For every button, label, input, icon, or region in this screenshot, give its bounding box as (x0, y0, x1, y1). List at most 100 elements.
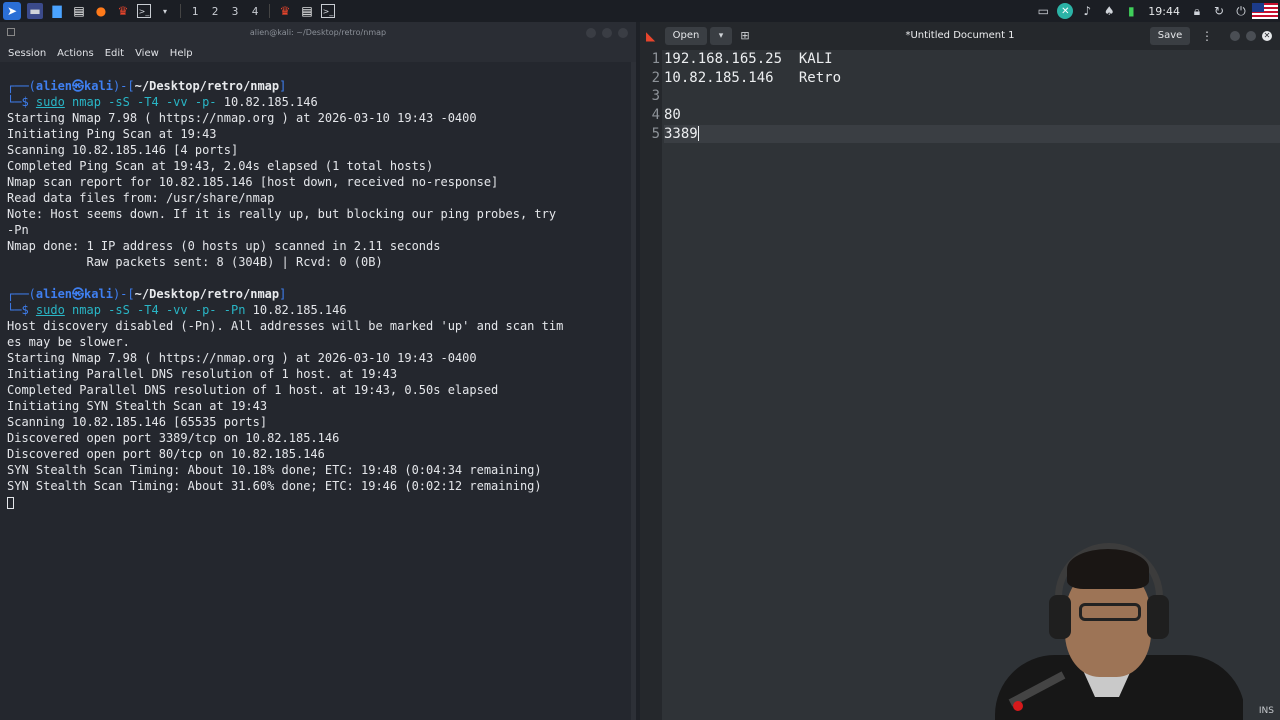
output-line: Initiating Parallel DNS resolution of 1 … (7, 367, 398, 381)
prompt-decoration: )-[ (112, 79, 135, 93)
prompt-host: kali (84, 79, 113, 93)
command-target-ip: 10.82.185.146 (223, 95, 318, 109)
minimize-button[interactable] (1230, 31, 1240, 41)
output-line: Nmap done: 1 IP address (0 hosts up) sca… (7, 239, 441, 253)
lock-icon[interactable]: 🔒︎ (1189, 3, 1205, 19)
menu-session[interactable]: Session (8, 48, 46, 59)
text-caret (697, 126, 699, 142)
output-line: Scanning 10.82.185.146 [65535 ports] (7, 415, 268, 429)
editor-line-text: 80 (664, 107, 681, 124)
prompt-path: ~/Desktop/retro/nmap (134, 79, 280, 93)
output-line: SYN Stealth Scan Timing: About 31.60% do… (7, 479, 542, 493)
open-dropdown-chevron-icon[interactable]: ▾ (710, 27, 732, 45)
burp-icon[interactable]: ♛ (115, 3, 131, 19)
workspace-1[interactable]: 1 (185, 5, 205, 18)
presenter-glasses (1079, 603, 1141, 621)
keyboard-layout-flag-icon[interactable] (1252, 3, 1278, 19)
insert-mode-indicator: INS (1258, 706, 1274, 716)
maximize-button[interactable] (602, 28, 612, 38)
prompt-user: alien (35, 79, 73, 93)
prompt-decoration: ┌──( (7, 79, 36, 93)
output-line: Raw packets sent: 8 (304B) | Rcvd: 0 (0B… (7, 255, 383, 269)
workspace-4[interactable]: 4 (245, 5, 265, 18)
prompt-line: ┌──(alien㉿kali)-[~/Desktop/retro/nmap] (7, 78, 628, 94)
save-button[interactable]: Save (1150, 27, 1190, 45)
editor-text-area[interactable]: 192.168.165.25 KALI 10.82.185.146 Retro 80… (664, 50, 1280, 144)
editor-line[interactable]: 80 (664, 106, 1280, 125)
editor-current-line[interactable]: 3389 (664, 124, 1280, 144)
prompt-decoration: ] (279, 287, 287, 301)
terminal-scrollbar[interactable] (631, 62, 636, 720)
editor-line-text: 192.168.165.25 KALI (664, 51, 833, 67)
terminal-launcher-icon[interactable]: >_ (137, 4, 151, 18)
line-number: 2 (651, 69, 660, 86)
output-line: -Pn (7, 223, 29, 237)
battery-icon[interactable]: ▮ (1123, 3, 1139, 19)
menu-actions[interactable]: Actions (57, 48, 94, 59)
minimize-button[interactable] (586, 28, 596, 38)
clock[interactable]: 19:44 (1148, 5, 1180, 18)
window-menu-icon[interactable] (7, 28, 15, 36)
editor-task-icon[interactable]: ▤ (299, 3, 315, 19)
output-line: Starting Nmap 7.98 ( https://nmap.org ) … (7, 351, 477, 365)
output-line: Initiating SYN Stealth Scan at 19:43 (7, 399, 268, 413)
line-number-gutter: 1 2 3 45 (640, 50, 662, 720)
output-line: Host discovery disabled (-Pn). All addre… (7, 319, 564, 333)
command-sudo: sudo (35, 95, 65, 109)
new-tab-icon[interactable]: ⊞ (737, 28, 753, 44)
menu-edit[interactable]: Edit (105, 48, 124, 59)
terminal-cursor (7, 496, 14, 509)
close-button[interactable]: ✕ (1262, 31, 1272, 41)
editor-line[interactable]: 10.82.185.146 Retro (664, 69, 1280, 88)
terminal-window: alien@kali: ~/Desktop/retro/nmap Session… (0, 22, 636, 720)
output-line: Nmap scan report for 10.82.185.146 [host… (7, 175, 499, 189)
volume-icon[interactable]: ♪ (1079, 3, 1095, 19)
notifications-icon[interactable]: ♠ (1101, 3, 1117, 19)
output-line: Read data files from: /usr/share/nmap (7, 191, 275, 205)
refresh-icon[interactable]: ↻ (1211, 3, 1227, 19)
prompt-dollar: $ (21, 95, 36, 109)
hamburger-menu-icon[interactable]: ⋮ (1200, 27, 1214, 45)
editor-line-text: 3389 (664, 125, 698, 142)
editor-app-icon: ◣ (646, 29, 656, 43)
workspace-2[interactable]: 2 (205, 5, 225, 18)
command-text: nmap -sS -T4 -vv -p- -Pn (64, 303, 253, 317)
output-line: Completed Ping Scan at 19:43, 2.04s elap… (7, 159, 434, 173)
maximize-button[interactable] (1246, 31, 1256, 41)
screen-icon[interactable]: ▭ (1035, 3, 1051, 19)
editor-line-text: 10.82.185.146 Retro (664, 69, 842, 86)
vpn-icon[interactable]: ✕ (1057, 3, 1074, 19)
editor-line[interactable] (664, 87, 1280, 106)
workspace-3[interactable]: 3 (225, 5, 245, 18)
prompt-decoration: └─ (7, 95, 22, 109)
prompt-at-symbol: ㉿ (72, 287, 85, 301)
kali-menu-icon[interactable]: ➤ (3, 2, 21, 20)
cursor-line (7, 494, 628, 510)
firefox-icon[interactable]: ● (93, 3, 109, 19)
menu-view[interactable]: View (135, 48, 159, 59)
power-icon[interactable]: ⏻ (1233, 3, 1249, 19)
close-button[interactable] (618, 28, 628, 38)
text-editor-icon[interactable]: ▤ (71, 3, 87, 19)
output-line: SYN Stealth Scan Timing: About 10.18% do… (7, 463, 542, 477)
terminal-task-icon[interactable]: >_ (321, 4, 335, 18)
output-line: Initiating Ping Scan at 19:43 (7, 127, 217, 141)
prompt-user: alien (35, 287, 73, 301)
file-manager-icon[interactable]: ▇ (49, 3, 65, 19)
chevron-down-icon[interactable]: ▾ (157, 3, 173, 19)
burp-task-icon[interactable]: ♛ (277, 3, 293, 19)
divider (180, 4, 181, 18)
show-desktop-icon[interactable]: ▬ (27, 3, 43, 19)
output-line: Discovered open port 80/tcp on 10.82.185… (7, 447, 325, 461)
presenter-hair (1067, 549, 1149, 589)
output-line: Discovered open port 3389/tcp on 10.82.1… (7, 431, 340, 445)
command-text: nmap -sS -T4 -vv -p- (64, 95, 224, 109)
terminal-output[interactable]: ┌──(alien㉿kali)-[~/Desktop/retro/nmap] └─… (7, 78, 628, 510)
line-number: 1 (651, 51, 660, 67)
menu-help[interactable]: Help (170, 48, 193, 59)
output-line: Starting Nmap 7.98 ( https://nmap.org ) … (7, 111, 477, 125)
terminal-title: alien@kali: ~/Desktop/retro/nmap (249, 28, 387, 37)
open-button[interactable]: Open (665, 27, 707, 45)
editor-line[interactable]: 192.168.165.25 KALI (664, 50, 1280, 69)
